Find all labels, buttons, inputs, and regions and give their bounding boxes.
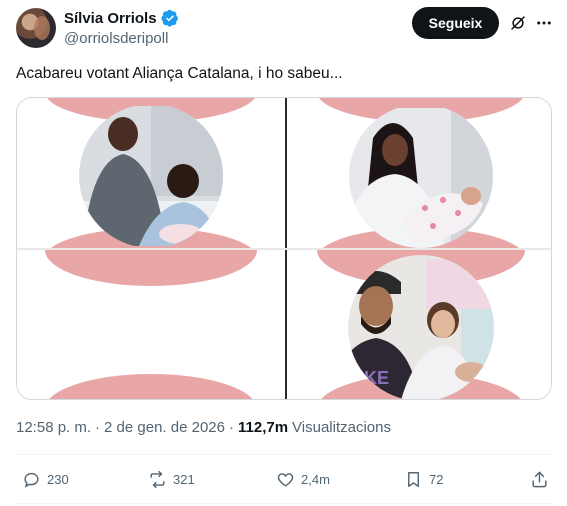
pink-arc-decoration xyxy=(45,374,257,399)
follow-button[interactable]: Segueix xyxy=(412,7,499,39)
bookmark-icon xyxy=(408,472,419,487)
like-button[interactable]: 2,4m xyxy=(276,470,330,489)
share-button[interactable] xyxy=(530,470,549,489)
photo-image xyxy=(79,106,223,246)
meta-separator: · xyxy=(95,419,101,436)
media-photo-1[interactable] xyxy=(17,98,285,248)
media-grid: AKE xyxy=(16,97,552,400)
grok-icon[interactable] xyxy=(509,14,527,32)
media-photo-2[interactable] xyxy=(287,98,551,248)
media-photo-3[interactable] xyxy=(17,250,285,399)
photo-image: AKE xyxy=(348,255,494,399)
photo-image xyxy=(349,108,493,248)
media-photo-4[interactable]: AKE xyxy=(287,250,551,399)
more-icon[interactable] xyxy=(535,14,553,32)
views-count: 112,7m xyxy=(238,419,289,436)
reply-count: 230 xyxy=(47,472,69,487)
author-display-name[interactable]: Sílvia Orriols xyxy=(64,10,157,27)
grid-separator xyxy=(17,248,551,250)
repost-count: 321 xyxy=(173,472,195,487)
author-handle[interactable]: @orriolsderipoll xyxy=(64,30,168,47)
repost-button[interactable]: 321 xyxy=(148,470,195,489)
verified-badge-icon xyxy=(160,9,178,27)
pink-arc-decoration xyxy=(45,250,257,286)
repost-icon xyxy=(150,470,165,489)
tweet-text: Acabareu votant Aliança Catalana, i ho s… xyxy=(16,65,343,82)
tweet-time[interactable]: 12:58 p. m. xyxy=(16,419,91,436)
like-count: 2,4m xyxy=(301,472,330,487)
divider xyxy=(16,503,552,504)
meta-separator: · xyxy=(229,419,234,436)
reply-icon xyxy=(24,472,39,488)
author-avatar[interactable] xyxy=(16,8,56,48)
reply-button[interactable]: 230 xyxy=(22,470,69,489)
tweet-meta: 12:58 p. m. · 2 de gen. de 2026 · 112,7m… xyxy=(16,419,391,436)
heart-icon xyxy=(277,473,294,487)
tweet-date[interactable]: 2 de gen. de 2026 xyxy=(104,419,225,436)
bookmark-count: 72 xyxy=(429,472,444,487)
svg-text:AKE: AKE xyxy=(351,368,389,388)
share-icon xyxy=(532,471,547,488)
views-label: Visualitzacions xyxy=(292,419,391,436)
bookmark-button[interactable]: 72 xyxy=(404,470,443,489)
author-name-row: Sílvia Orriols xyxy=(64,9,179,27)
divider xyxy=(16,454,552,455)
